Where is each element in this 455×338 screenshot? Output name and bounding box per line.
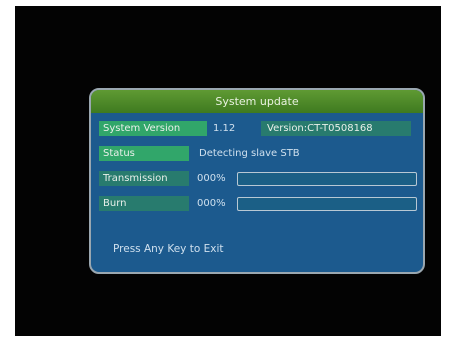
status-value: Detecting slave STB — [199, 148, 300, 159]
exit-hint: Press Any Key to Exit — [113, 243, 224, 255]
system-version-value: 1.12 — [213, 123, 236, 134]
dialog-title: System update — [91, 90, 423, 113]
system-update-dialog: System update System Version 1.12 Versio… — [89, 88, 425, 274]
tv-screen: System update System Version 1.12 Versio… — [15, 6, 441, 336]
version-code: Version:CT-T0508168 — [261, 121, 411, 136]
transmission-percent: 000% — [197, 173, 226, 184]
system-version-label: System Version — [99, 121, 207, 136]
transmission-progress-bar — [237, 172, 417, 186]
burn-percent: 000% — [197, 198, 226, 209]
status-label: Status — [99, 146, 189, 161]
transmission-label: Transmission — [99, 171, 189, 186]
burn-label: Burn — [99, 196, 189, 211]
burn-progress-bar — [237, 197, 417, 211]
